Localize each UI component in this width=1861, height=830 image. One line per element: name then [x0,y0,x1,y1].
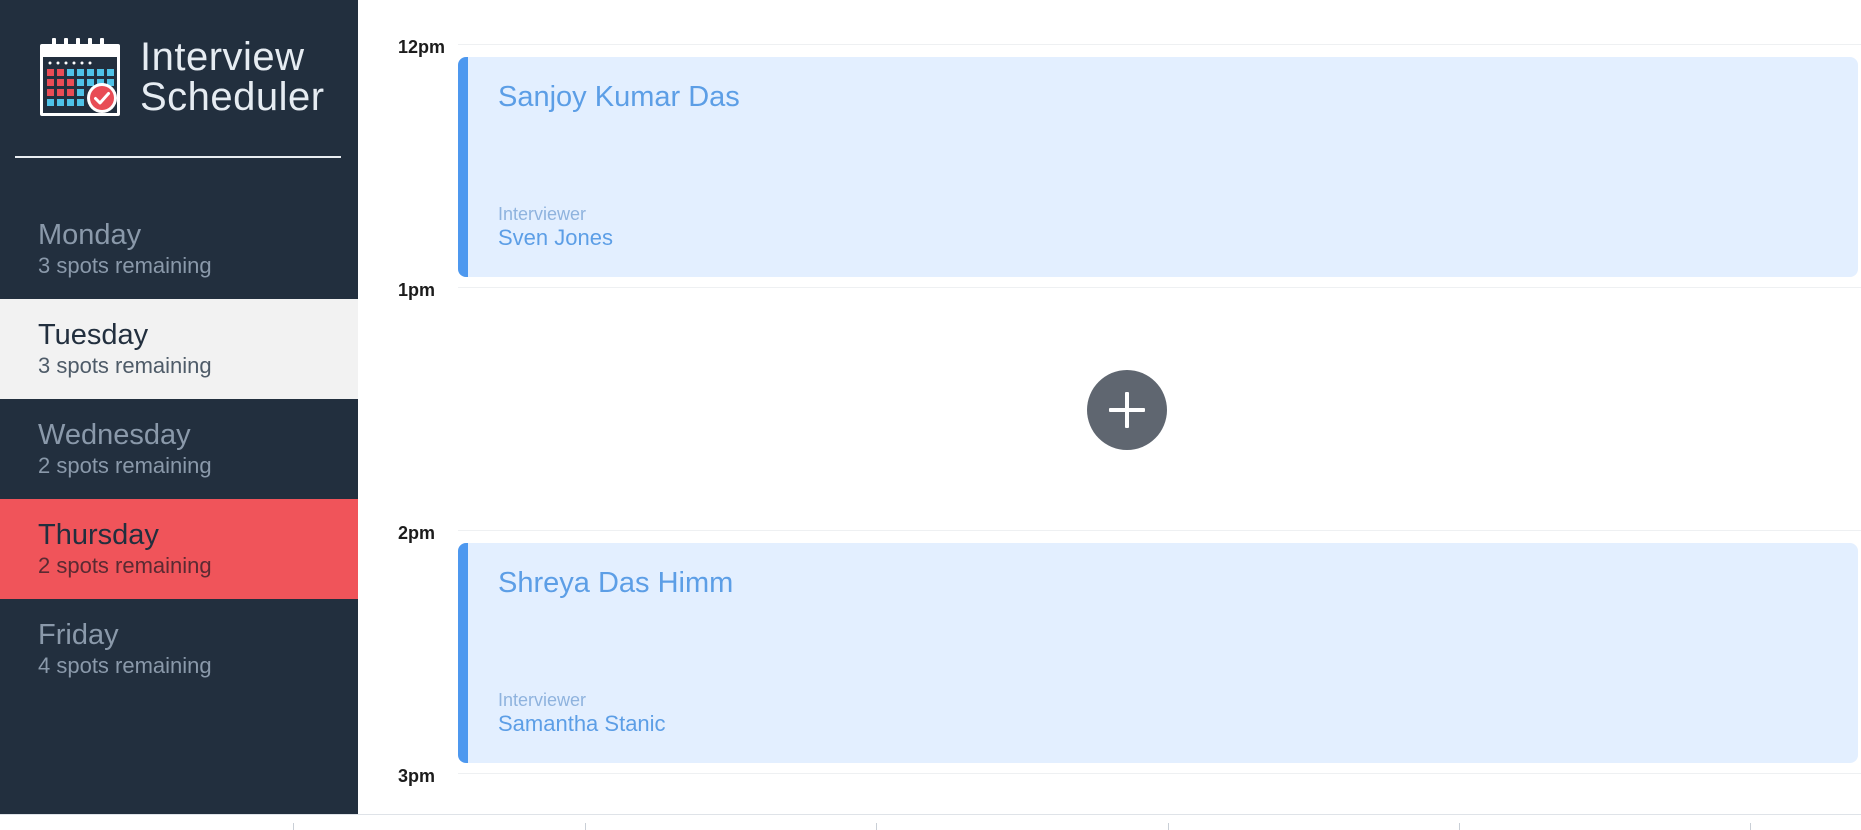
bottom-strip [0,814,1861,830]
day-name: Friday [38,619,119,651]
time-label-3pm: 3pm [398,766,436,786]
student-name: Sanjoy Kumar Das [498,81,740,113]
app-title: Interview Scheduler [140,37,325,117]
app-root: Interview Scheduler Monday 3 spots remai… [0,0,1861,830]
interviewer-name: Samantha Stanic [498,711,666,736]
day-item-tuesday[interactable]: Tuesday 3 spots remaining [0,299,358,399]
day-name: Tuesday [38,319,149,351]
student-name: Shreya Das Himm [498,567,734,599]
hour-line [458,287,1861,288]
day-name: Wednesday [38,419,191,451]
day-list: Monday 3 spots remaining Tuesday 3 spots… [0,199,358,699]
time-label-12pm: 12pm [398,37,446,57]
day-item-monday[interactable]: Monday 3 spots remaining [0,199,358,299]
day-item-friday[interactable]: Friday 4 spots remaining [0,599,358,699]
sidebar-divider [15,156,341,158]
appointment-card[interactable]: Shreya Das Himm Interviewer Samantha Sta… [458,543,1858,763]
day-spots: 2 spots remaining [38,453,212,478]
schedule: 12pm 1pm 2pm 3pm Sanjoy Kumar Das Interv… [358,0,1861,814]
time-label-2pm: 2pm [398,523,436,543]
app-title-line1: Interview [140,35,305,79]
app-title-line2: Scheduler [140,75,325,119]
strip-tick [876,823,877,830]
plus-icon [1109,392,1145,428]
day-spots: 2 spots remaining [38,553,212,578]
strip-tick [585,823,586,830]
hour-line [458,44,1861,45]
appointment-card[interactable]: Sanjoy Kumar Das Interviewer Sven Jones [458,57,1858,277]
day-item-thursday[interactable]: Thursday 2 spots remaining [0,499,358,599]
sidebar: Interview Scheduler Monday 3 spots remai… [0,0,358,814]
strip-tick [1168,823,1169,830]
interviewer-label: Interviewer [498,204,587,224]
calendar-check-icon [40,38,120,116]
day-spots: 4 spots remaining [38,653,212,678]
add-appointment-button[interactable] [1087,370,1167,450]
day-spots: 3 spots remaining [38,253,212,278]
day-name: Thursday [38,519,159,551]
day-item-wednesday[interactable]: Wednesday 2 spots remaining [0,399,358,499]
strip-tick [1750,823,1751,830]
day-name: Monday [38,219,142,251]
interviewer-name: Sven Jones [498,225,613,250]
brand: Interview Scheduler [38,36,325,118]
strip-tick [293,823,294,830]
interviewer-label: Interviewer [498,690,587,710]
time-label-1pm: 1pm [398,280,436,300]
day-spots: 3 spots remaining [38,353,212,378]
strip-tick [1459,823,1460,830]
hour-line [458,530,1861,531]
hour-line [458,773,1861,774]
